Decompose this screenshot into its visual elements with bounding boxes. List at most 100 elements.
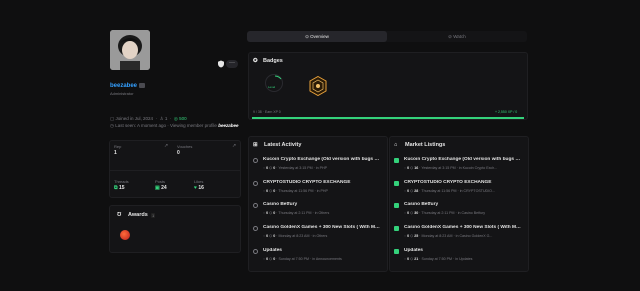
likes-label: Likes (194, 179, 204, 184)
item-date: Thursday at 11:56 PM (278, 189, 314, 193)
activity-icon: ⊞ (253, 142, 258, 148)
avatar[interactable] (110, 30, 150, 70)
views-count: 0 (407, 234, 410, 238)
likes-icon: ♥ (194, 185, 197, 191)
views-count: 0 (407, 189, 410, 193)
likes-value: 16 (198, 185, 204, 191)
more-options-button[interactable]: ··· (226, 60, 238, 68)
stats-divider (110, 170, 240, 171)
username[interactable]: beezabee (110, 83, 137, 89)
likes-stat: ♥ 16 (194, 185, 204, 191)
shield-icon[interactable] (217, 60, 225, 68)
replies-count: 28 (414, 189, 419, 193)
rep-link-icon[interactable]: ↗ (164, 143, 168, 149)
user-badge-icon (139, 83, 145, 88)
market-item-meta: ◌ 0 ⌬ 21 · Sunday at 7:50 PM · in Update… (404, 257, 473, 261)
item-category[interactable]: PHP (321, 189, 328, 193)
reputation-icon: ♙ (159, 116, 164, 121)
replies-count: 0 (273, 257, 276, 261)
replies-icon: ⌬ (410, 189, 414, 193)
rep-label: Rep (114, 144, 122, 149)
vouches-link-icon[interactable]: ↗ (232, 143, 236, 149)
activity-item-title[interactable]: Updates (263, 248, 381, 253)
tab-watch[interactable]: ⊘ Watch (387, 31, 527, 42)
market-listings-title: Market Listings (405, 142, 446, 148)
progress-left-text: 9 / 38 · Earn XP 0 (253, 110, 281, 114)
latest-activity-title: Latest Activity (264, 142, 302, 148)
market-item-icon (394, 157, 399, 163)
replies-count: 0 (273, 166, 276, 170)
market-item-icon (394, 180, 399, 186)
xp-value: 500 (179, 116, 187, 121)
replies-count: 30 (414, 211, 419, 215)
item-category[interactable]: Updates (459, 257, 472, 261)
views-icon: ◌ (404, 211, 407, 215)
xp-progress-fill (252, 117, 524, 119)
views-count: 0 (407, 166, 410, 170)
watch-icon: ⊘ (448, 34, 452, 39)
tab-overview-label: Overview (310, 34, 329, 39)
replies-icon: ⌬ (269, 234, 273, 238)
replies-icon: ⌬ (269, 257, 273, 261)
award-badge-icon[interactable] (309, 76, 327, 96)
posts-value: 24 (161, 185, 167, 191)
market-item-title[interactable]: Kucoin Crypto Exchange (Old version with… (404, 157, 522, 162)
item-category[interactable]: Others (319, 211, 330, 215)
level-badge[interactable] (265, 74, 283, 92)
vouches-value: 0 (177, 150, 180, 156)
user-role: Administrator (110, 91, 134, 96)
activity-item-icon (253, 202, 258, 208)
views-count: 0 (407, 257, 410, 261)
activity-item-meta: ◌ 0 ⌬ 0 · Thursday at 11:56 PM · in PHP (263, 189, 328, 193)
item-category[interactable]: PHP (320, 166, 327, 170)
xp-icon: ◎ (173, 116, 178, 121)
replies-icon: ⌬ (410, 166, 414, 170)
market-item-title[interactable]: Casino Betfury (404, 202, 522, 207)
item-category[interactable]: Announcements (316, 257, 342, 261)
replies-icon: ⌬ (269, 166, 273, 170)
views-icon: ◌ (404, 166, 407, 170)
views-icon: ◌ (263, 234, 266, 238)
activity-item-title[interactable]: Casino GoldenX Games + 300 New Slots ( W… (263, 225, 381, 230)
joined-date: Joined in Jul, 2024 (115, 116, 154, 121)
market-icon: ⌂ (394, 142, 398, 148)
stats-panel (109, 140, 241, 198)
item-date: Thursday at 11:56 PM (421, 189, 457, 193)
last-seen-user-link[interactable]: beezabee (218, 123, 238, 128)
market-item-title[interactable]: Casino GoldenX Games + 300 New Slots ( W… (404, 225, 522, 230)
market-item-title[interactable]: CRYPTOSTUDIO CRYPTO EXCHANGE (404, 180, 522, 185)
views-count: 0 (266, 166, 269, 170)
market-item-meta: ◌ 0 ⌬ 25 · Monday at 8:23 AM · in Casino… (404, 234, 493, 238)
level-badge-label: Level (268, 85, 276, 89)
awards-title: Awards (128, 212, 148, 218)
item-category[interactable]: Casino GoldenX G... (459, 234, 492, 238)
market-item-icon (394, 202, 399, 208)
calendar-icon: ▢ (110, 116, 115, 121)
replies-count: 21 (414, 257, 419, 261)
overview-icon: ⊙ (305, 34, 309, 39)
item-category[interactable]: Kucoin Crypto Exch... (463, 166, 498, 170)
replies-count: 0 (273, 211, 276, 215)
item-category[interactable]: Others (316, 234, 327, 238)
badges-title: Badges (263, 58, 283, 64)
item-category[interactable]: CRYPTOSTUDIO... (464, 189, 495, 193)
activity-item-title[interactable]: CRYPTOSTUDIO CRYPTO EXCHANGE (263, 180, 381, 185)
tab-overview[interactable]: ⊙ Overview (247, 31, 387, 42)
activity-item-title[interactable]: Kucoin Crypto Exchange (Old version with… (263, 157, 381, 162)
market-item-title[interactable]: Updates (404, 248, 522, 253)
replies-icon: ⌬ (269, 189, 273, 193)
award-coin-icon[interactable] (120, 230, 130, 240)
item-date: Sunday at 7:50 PM (278, 257, 310, 261)
item-category[interactable]: Casino Betfury (462, 211, 486, 215)
activity-item-icon (253, 180, 258, 186)
views-icon: ◌ (404, 189, 407, 193)
xp-progress-bar (252, 117, 524, 119)
clock-icon: ◷ (110, 123, 114, 128)
market-item-icon (394, 225, 399, 231)
posts-icon: ▣ (155, 185, 160, 191)
activity-item-title[interactable]: Casino Betfury (263, 202, 381, 207)
views-icon: ◌ (404, 257, 407, 261)
replies-count: 0 (273, 189, 276, 193)
progress-right-text: + 2,550 XP / 0 (495, 110, 518, 114)
replies-icon: ⌬ (269, 211, 273, 215)
